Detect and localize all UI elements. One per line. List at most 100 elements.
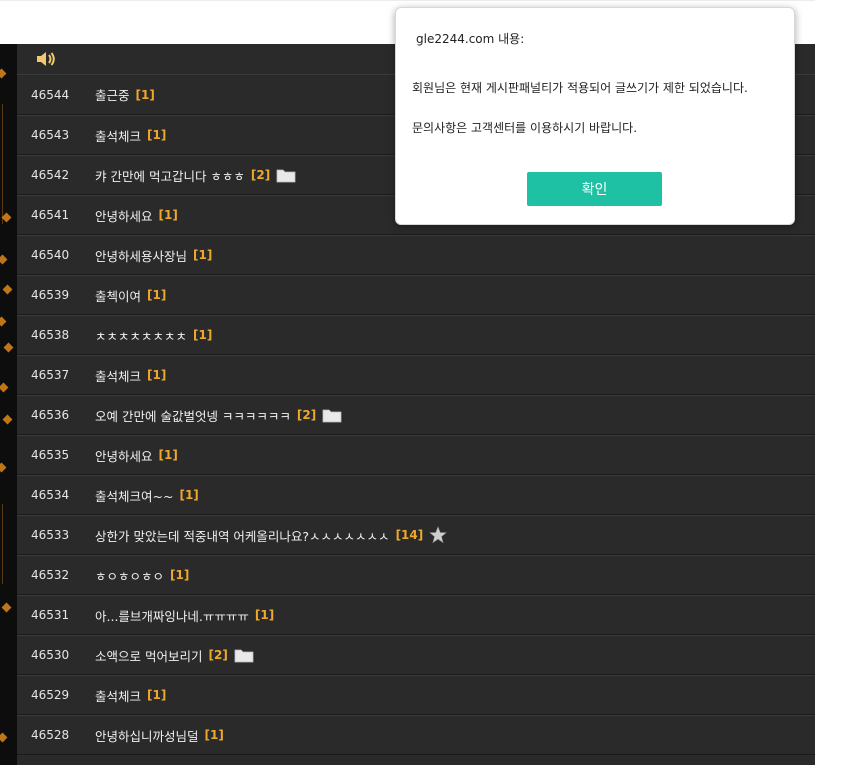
deco-line xyxy=(2,104,3,224)
speaker-icon[interactable] xyxy=(35,49,57,69)
post-number: 46530 xyxy=(31,648,70,662)
post-title-wrap[interactable]: 출석체크 [1] xyxy=(95,366,166,385)
post-number: 46534 xyxy=(31,488,70,502)
comment-count: [1] xyxy=(170,568,190,582)
deco-dot xyxy=(0,732,8,743)
side-decoration xyxy=(0,44,17,765)
post-title[interactable]: 오예 간만에 술값벌엇넹 ㅋㅋㅋㅋㅋㅋ xyxy=(95,406,291,425)
post-title-wrap[interactable]: ㅎㅇㅎㅇㅎㅇ [1] xyxy=(95,566,189,585)
folder-icon xyxy=(234,649,254,662)
table-row[interactable]: 46535 안녕하세요 [1] xyxy=(17,435,815,475)
post-number: 46533 xyxy=(31,528,70,542)
comment-count: [1] xyxy=(193,328,213,342)
deco-dot xyxy=(1,212,12,223)
post-title-wrap[interactable]: 출첵이여 [1] xyxy=(95,286,166,305)
comment-count: [1] xyxy=(158,448,178,462)
post-title[interactable]: 출첵이여 xyxy=(95,286,141,305)
table-row[interactable]: 46533 상한가 맞았는데 적중내역 어케올리나요?ㅅㅅㅅㅅㅅㅅㅅ [14] xyxy=(17,515,815,555)
table-row[interactable]: 46534 출석체크여~~ [1] xyxy=(17,475,815,515)
deco-line xyxy=(2,504,3,584)
post-title[interactable]: 안녕하십니까성님덜 xyxy=(95,726,199,745)
dialog-message-line2: 문의사항은 고객센터를 이용하시기 바랍니다. xyxy=(412,121,638,135)
post-number: 46531 xyxy=(31,608,70,622)
post-title[interactable]: 소액으로 먹어보리기 xyxy=(95,646,202,665)
post-title[interactable]: 출근중 xyxy=(95,85,130,104)
deco-dot xyxy=(0,316,7,327)
post-title-wrap[interactable]: 안녕하세용사장님 [1] xyxy=(95,246,212,265)
post-number: 46532 xyxy=(31,568,70,582)
post-title-wrap[interactable]: 소액으로 먹어보리기 [2] xyxy=(95,646,254,665)
post-title[interactable]: 안녕하세요 xyxy=(95,446,153,465)
table-row[interactable]: 46538 ㅊㅊㅊㅊㅊㅊㅊㅊ [1] xyxy=(17,315,815,355)
post-title-wrap[interactable]: 출석체크 [1] xyxy=(95,686,166,705)
post-title[interactable]: ㅊㅊㅊㅊㅊㅊㅊㅊ xyxy=(95,326,187,345)
post-title-wrap[interactable]: 상한가 맞았는데 적중내역 어케올리나요?ㅅㅅㅅㅅㅅㅅㅅ [14] xyxy=(95,526,448,545)
table-row[interactable]: 46528 안녕하십니까성님덜 [1] xyxy=(17,715,815,755)
deco-dot xyxy=(1,602,12,613)
deco-dot xyxy=(2,414,13,425)
post-number: 46544 xyxy=(31,87,70,102)
comment-count: [2] xyxy=(250,168,271,182)
deco-dot xyxy=(3,342,14,353)
table-row[interactable]: 46532 ㅎㅇㅎㅇㅎㅇ [1] xyxy=(17,555,815,595)
post-title[interactable]: 캬 간만에 먹고갑니다 ㅎㅎㅎ xyxy=(95,166,245,185)
deco-dot xyxy=(0,462,7,473)
post-title[interactable]: 아...를브개짜잉나네.ㅠㅠㅠㅠ xyxy=(95,606,249,625)
comment-count: [1] xyxy=(158,208,178,222)
comment-count: [1] xyxy=(179,488,199,502)
post-title[interactable]: ㅎㅇㅎㅇㅎㅇ xyxy=(95,566,164,585)
post-title[interactable]: 출석체크 xyxy=(95,366,141,385)
table-row[interactable]: 46537 출석체크 [1] xyxy=(17,355,815,395)
folder-icon xyxy=(276,169,296,182)
comment-count: [1] xyxy=(147,288,167,302)
table-row[interactable]: 46529 출석체크 [1] xyxy=(17,675,815,715)
alert-dialog: gle2244.com 내용: 회원님은 현재 게시판패널티가 적용되어 글쓰기… xyxy=(395,7,795,225)
post-number: 46529 xyxy=(31,688,70,702)
post-title-wrap[interactable]: 출석체크여~~ [1] xyxy=(95,486,199,505)
post-title-wrap[interactable]: ㅊㅊㅊㅊㅊㅊㅊㅊ [1] xyxy=(95,326,212,345)
post-number: 46539 xyxy=(31,288,70,302)
table-row[interactable]: 46539 출첵이여 [1] xyxy=(17,275,815,315)
post-title-wrap[interactable]: 안녕하세요 [1] xyxy=(95,446,178,465)
ok-button[interactable]: 확인 xyxy=(527,172,662,206)
comment-count: [1] xyxy=(147,128,167,142)
deco-dot xyxy=(0,382,9,393)
post-title[interactable]: 안녕하세요 xyxy=(95,206,153,225)
post-title[interactable]: 출석체크여~~ xyxy=(95,486,173,505)
comment-count: [1] xyxy=(147,368,167,382)
table-row[interactable]: 46540 안녕하세용사장님 [1] xyxy=(17,235,815,275)
dialog-message-line1: 회원님은 현재 게시판패널티가 적용되어 글쓰기가 제한 되었습니다. xyxy=(412,81,748,95)
post-title[interactable]: 상한가 맞았는데 적중내역 어케올리나요?ㅅㅅㅅㅅㅅㅅㅅ xyxy=(95,526,390,545)
post-number: 46535 xyxy=(31,448,70,462)
table-row[interactable]: 46531 아...를브개짜잉나네.ㅠㅠㅠㅠ [1] xyxy=(17,595,815,635)
post-title[interactable]: 출석체크 xyxy=(95,126,141,145)
post-title-wrap[interactable]: 출석체크 [1] xyxy=(95,126,166,145)
star-icon xyxy=(429,526,448,544)
post-title[interactable]: 안녕하세용사장님 xyxy=(95,246,187,265)
table-row[interactable]: 46536 오예 간만에 술값벌엇넹 ㅋㅋㅋㅋㅋㅋ [2] xyxy=(17,395,815,435)
deco-dot xyxy=(0,254,8,265)
comment-count: [1] xyxy=(147,688,167,702)
post-number: 46542 xyxy=(31,168,70,182)
comment-count: [2] xyxy=(296,408,317,422)
comment-count: [1] xyxy=(193,248,213,262)
post-number: 46543 xyxy=(31,128,70,142)
post-title-wrap[interactable]: 캬 간만에 먹고갑니다 ㅎㅎㅎ [2] xyxy=(95,166,296,185)
comment-count: [1] xyxy=(135,87,155,102)
comment-count: [1] xyxy=(254,608,275,622)
post-title-wrap[interactable]: 안녕하십니까성님덜 [1] xyxy=(95,726,224,745)
post-number: 46541 xyxy=(31,208,70,222)
comment-count: [1] xyxy=(204,728,224,742)
deco-dot xyxy=(2,284,13,295)
post-number: 46528 xyxy=(31,728,70,742)
comment-count: [2] xyxy=(208,648,228,662)
post-title-wrap[interactable]: 아...를브개짜잉나네.ㅠㅠㅠㅠ [1] xyxy=(95,606,274,625)
post-title[interactable]: 출석체크 xyxy=(95,686,141,705)
table-row[interactable]: 46530 소액으로 먹어보리기 [2] xyxy=(17,635,815,675)
post-title-wrap[interactable]: 출근중 [1] xyxy=(95,85,155,104)
post-title-wrap[interactable]: 오예 간만에 술값벌엇넹 ㅋㅋㅋㅋㅋㅋ [2] xyxy=(95,406,342,425)
post-title-wrap[interactable]: 안녕하세요 [1] xyxy=(95,206,178,225)
post-number: 46536 xyxy=(31,408,70,422)
post-number: 46538 xyxy=(31,328,70,342)
folder-icon xyxy=(322,409,342,422)
